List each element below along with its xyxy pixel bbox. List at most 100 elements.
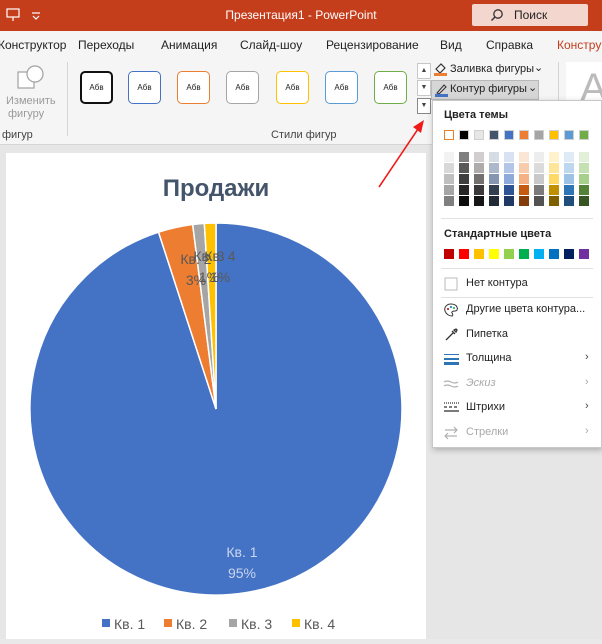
theme-tint-swatch[interactable] [489,174,499,184]
theme-color-swatch[interactable] [549,130,559,140]
shape-style-lightblue[interactable]: Абв [325,71,358,104]
theme-tint-swatch[interactable] [519,152,529,162]
theme-tint-swatch[interactable] [444,163,454,173]
theme-color-swatch[interactable] [444,130,454,140]
shape-fill-dropdown[interactable]: ⌄ [534,61,543,74]
theme-tint-swatch[interactable] [444,152,454,162]
tab-slideshow[interactable]: Слайд-шоу [240,38,302,52]
theme-tint-swatch[interactable] [504,163,514,173]
search-box[interactable]: Поиск [472,4,588,26]
theme-tint-swatch[interactable] [549,196,559,206]
theme-tint-swatch[interactable] [534,174,544,184]
theme-tint-swatch[interactable] [564,163,574,173]
shape-style-blue[interactable]: Абв [128,71,161,104]
standard-color-swatch[interactable] [459,249,469,259]
shape-style-green[interactable]: Абв [374,71,407,104]
theme-tint-swatch[interactable] [474,185,484,195]
standard-color-swatch[interactable] [474,249,484,259]
tab-animations[interactable]: Анимация [161,38,217,52]
theme-tint-swatch[interactable] [564,174,574,184]
theme-color-swatch[interactable] [489,130,499,140]
theme-color-swatch[interactable] [534,130,544,140]
change-shape-icon[interactable] [16,64,46,92]
theme-tint-swatch[interactable] [579,185,589,195]
theme-color-swatch[interactable] [519,130,529,140]
theme-tint-swatch[interactable] [459,185,469,195]
theme-tint-swatch[interactable] [489,185,499,195]
theme-tint-swatch[interactable] [474,152,484,162]
data-label-value[interactable]: 95% [228,565,256,581]
dashes-item[interactable]: Штрихи › [433,397,601,419]
standard-color-swatch[interactable] [504,249,514,259]
theme-tint-swatch[interactable] [474,163,484,173]
shape-fill-icon[interactable] [433,61,448,76]
legend-entry[interactable]: Кв. 2 [164,616,207,632]
tab-transitions[interactable]: Переходы [78,38,134,52]
theme-tint-swatch[interactable] [519,185,529,195]
theme-tint-swatch[interactable] [579,196,589,206]
theme-tint-swatch[interactable] [444,196,454,206]
tab-view[interactable]: Вид [440,38,462,52]
theme-color-swatch[interactable] [564,130,574,140]
standard-color-swatch[interactable] [549,249,559,259]
standard-color-swatch[interactable] [489,249,499,259]
tab-shape-format[interactable]: Конструк [557,38,602,52]
theme-color-swatch[interactable] [504,130,514,140]
shape-style-black[interactable]: Абв [80,71,113,104]
shape-outline-button[interactable]: Контур фигуры ⌄ [431,80,539,100]
theme-tint-swatch[interactable] [534,152,544,162]
theme-tint-swatch[interactable] [549,163,559,173]
theme-tint-swatch[interactable] [444,185,454,195]
theme-tint-swatch[interactable] [504,152,514,162]
theme-tint-swatch[interactable] [489,196,499,206]
data-label-category[interactable]: Кв. 1 [226,544,257,560]
standard-color-swatch[interactable] [579,249,589,259]
weight-item[interactable]: Толщина › [433,348,601,370]
legend-entry[interactable]: Кв. 3 [229,616,272,632]
legend-entry[interactable]: Кв. 4 [292,616,335,632]
standard-color-swatch[interactable] [564,249,574,259]
no-outline-item[interactable]: Нет контура [433,273,601,295]
data-label-value[interactable]: 1% [210,269,230,285]
theme-tint-swatch[interactable] [564,152,574,162]
gallery-scroll-up[interactable]: ▲ [417,63,431,79]
slide[interactable]: Продажи Кв. 1 95% Кв. 2 3% Кв. 3 1% Кв. 4 1% Кв. … [6,153,426,639]
sketch-item[interactable]: Эскиз › [433,373,601,395]
theme-tint-swatch[interactable] [549,185,559,195]
theme-tint-swatch[interactable] [459,174,469,184]
tab-review[interactable]: Рецензирование [326,38,419,52]
gallery-scroll-down[interactable]: ▼ [417,80,431,96]
pie-chart[interactable]: ПродажиКв. 195%Кв. 23%Кв. 31%Кв. 41%Кв. … [6,153,426,639]
tab-design[interactable]: Конструктор [0,38,66,52]
theme-tint-swatch[interactable] [579,152,589,162]
theme-tint-swatch[interactable] [504,174,514,184]
shape-style-gray[interactable]: Абв [226,71,259,104]
theme-color-swatch[interactable] [474,130,484,140]
theme-tint-swatch[interactable] [549,174,559,184]
standard-color-swatch[interactable] [444,249,454,259]
eyedropper-item[interactable]: Пипетка [433,324,601,346]
theme-tint-swatch[interactable] [534,163,544,173]
theme-tint-swatch[interactable] [459,163,469,173]
theme-tint-swatch[interactable] [534,185,544,195]
standard-color-swatch[interactable] [519,249,529,259]
theme-tint-swatch[interactable] [519,196,529,206]
theme-tint-swatch[interactable] [579,163,589,173]
data-label-category[interactable]: Кв. 4 [204,248,235,264]
theme-tint-swatch[interactable] [504,196,514,206]
theme-tint-swatch[interactable] [549,152,559,162]
standard-color-swatch[interactable] [534,249,544,259]
theme-tint-swatch[interactable] [534,196,544,206]
chart-title[interactable]: Продажи [163,175,270,202]
shape-style-orange[interactable]: Абв [177,71,210,104]
theme-tint-swatch[interactable] [474,196,484,206]
legend-entry[interactable]: Кв. 1 [102,616,145,632]
theme-tint-swatch[interactable] [459,152,469,162]
tab-help[interactable]: Справка [486,38,533,52]
theme-tint-swatch[interactable] [519,163,529,173]
theme-color-swatch[interactable] [579,130,589,140]
theme-tint-swatch[interactable] [474,174,484,184]
theme-tint-swatch[interactable] [579,174,589,184]
more-outline-colors-item[interactable]: Другие цвета контура... [433,299,601,321]
arrows-item[interactable]: Стрелки › [433,422,601,444]
